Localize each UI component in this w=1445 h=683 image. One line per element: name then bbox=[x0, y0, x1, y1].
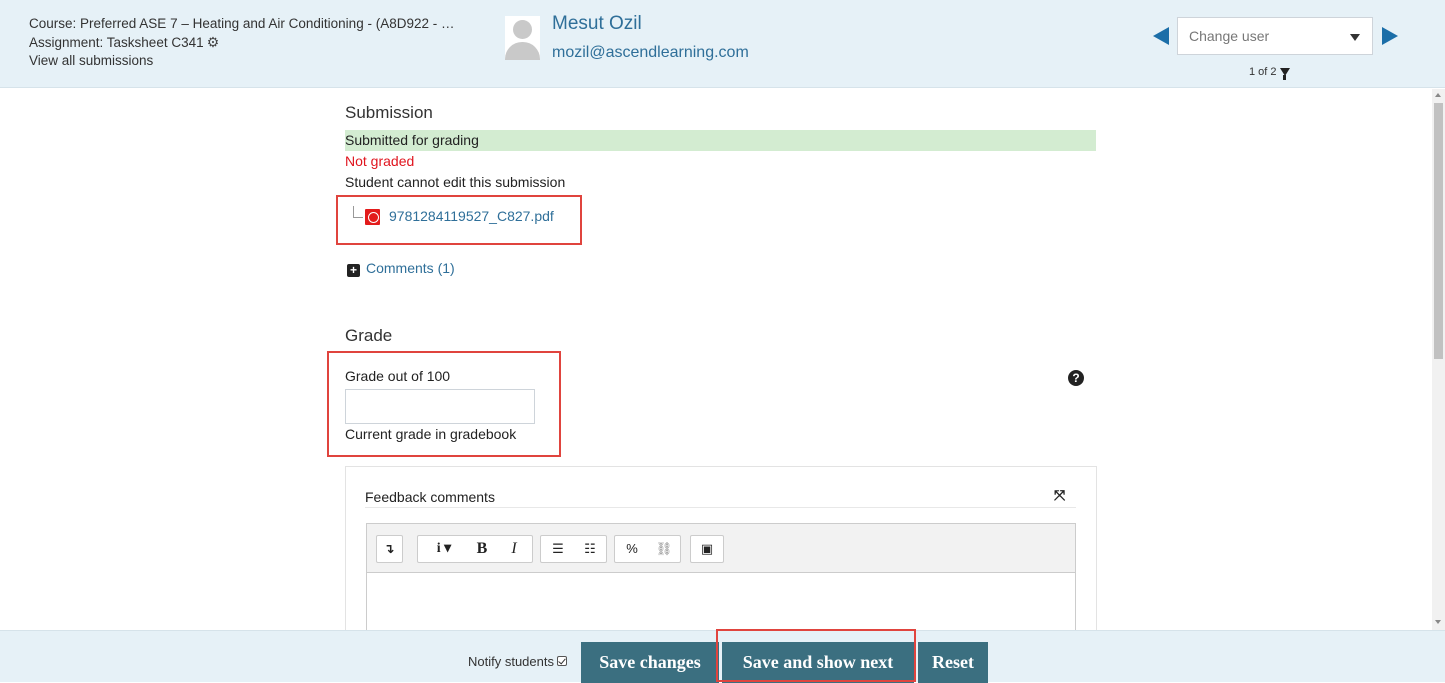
paragraph-styles-icon[interactable]: i ▾ bbox=[422, 536, 466, 562]
notify-checkbox[interactable] bbox=[557, 656, 567, 666]
notify-label: Notify students bbox=[468, 654, 554, 669]
feedback-title: Feedback comments bbox=[365, 489, 495, 505]
previous-user-arrow-icon[interactable] bbox=[1153, 27, 1169, 45]
bold-icon[interactable]: B bbox=[470, 536, 494, 562]
feedback-section: Feedback comments ⤧ ↴ i ▾ B I ☰ ☷ % ⛓ ▣ bbox=[345, 466, 1097, 630]
assignment-link[interactable]: Assignment: Tasksheet C341 bbox=[29, 35, 204, 50]
italic-icon[interactable]: I bbox=[502, 536, 526, 562]
filter-icon[interactable] bbox=[1279, 68, 1290, 80]
ordered-list-icon[interactable]: ☷ bbox=[578, 536, 602, 562]
grade-heading: Grade bbox=[345, 326, 393, 345]
unordered-list-icon[interactable]: ☰ bbox=[546, 536, 570, 562]
submission-heading: Submission bbox=[345, 103, 433, 122]
toolbar-group-style: i ▾ B I bbox=[417, 535, 533, 563]
vertical-scrollbar[interactable] bbox=[1432, 89, 1445, 630]
notify-students: Notify students bbox=[468, 654, 567, 669]
save-changes-button[interactable]: Save changes bbox=[581, 642, 719, 683]
next-user-arrow-icon[interactable] bbox=[1382, 27, 1398, 45]
tree-line bbox=[353, 206, 363, 218]
grade-input[interactable] bbox=[345, 389, 535, 424]
user-email: mozil@ascendlearning.com bbox=[552, 44, 749, 61]
reset-button[interactable]: Reset bbox=[918, 642, 988, 683]
grading-footer: Notify students Save changes Save and sh… bbox=[0, 630, 1445, 683]
editor-toolbar: ↴ i ▾ B I ☰ ☷ % ⛓ ▣ bbox=[367, 524, 1075, 573]
course-link[interactable]: Course: Preferred ASE 7 – Heating and Ai… bbox=[29, 15, 454, 33]
grading-status: Not graded bbox=[345, 153, 415, 169]
image-icon[interactable]: ▣ bbox=[695, 536, 719, 562]
toolbar-group-lists: ☰ ☷ bbox=[540, 535, 607, 563]
change-user-placeholder: Change user bbox=[1189, 28, 1270, 44]
course-info: Course: Preferred ASE 7 – Heating and Ai… bbox=[29, 15, 454, 70]
feedback-editor[interactable]: ↴ i ▾ B I ☰ ☷ % ⛓ ▣ bbox=[366, 523, 1076, 630]
avatar bbox=[505, 16, 540, 60]
user-count: 1 of 2 bbox=[1249, 66, 1290, 80]
submission-status: Submitted for grading bbox=[345, 130, 1096, 151]
grading-panel: Submission Submitted for grading Not gra… bbox=[0, 89, 1432, 630]
toolbar-group-collapse: ↴ bbox=[376, 535, 403, 563]
current-grade-label: Current grade in gradebook bbox=[345, 426, 517, 442]
gear-icon[interactable]: ⚙ bbox=[207, 33, 220, 51]
show-more-icon[interactable]: ↴ bbox=[377, 536, 401, 562]
scroll-down-icon[interactable] bbox=[1435, 620, 1441, 624]
user-count-text: 1 of 2 bbox=[1249, 66, 1277, 78]
scroll-up-icon[interactable] bbox=[1435, 93, 1441, 97]
toolbar-group-links: % ⛓ bbox=[614, 535, 681, 563]
toolbar-group-media: ▣ bbox=[690, 535, 724, 563]
view-all-submissions-link[interactable]: View all submissions bbox=[29, 52, 454, 70]
comments-link-label: Comments (1) bbox=[366, 260, 455, 276]
divider bbox=[365, 507, 1076, 508]
user-name-link[interactable]: Mesut Ozil bbox=[552, 13, 642, 35]
chevron-down-icon bbox=[1350, 34, 1360, 41]
pdf-icon bbox=[365, 209, 380, 225]
link-icon[interactable]: % bbox=[620, 536, 644, 562]
grade-label: Grade out of 100 bbox=[345, 368, 451, 384]
scrollbar-thumb[interactable] bbox=[1434, 103, 1443, 359]
save-and-show-next-button[interactable]: Save and show next bbox=[722, 642, 914, 683]
change-user-select[interactable]: Change user bbox=[1177, 17, 1373, 55]
grader-header: Course: Preferred ASE 7 – Heating and Ai… bbox=[0, 0, 1445, 88]
expand-icon[interactable]: ⤧ bbox=[1054, 487, 1065, 504]
comments-toggle[interactable]: + Comments (1) bbox=[347, 260, 455, 277]
submitted-file-link[interactable]: 9781284119527_C827.pdf bbox=[389, 208, 554, 224]
unlink-icon[interactable]: ⛓ bbox=[652, 536, 676, 562]
help-icon[interactable]: ? bbox=[1068, 370, 1084, 386]
plus-icon: + bbox=[347, 264, 360, 277]
edit-status: Student cannot edit this submission bbox=[345, 174, 566, 190]
